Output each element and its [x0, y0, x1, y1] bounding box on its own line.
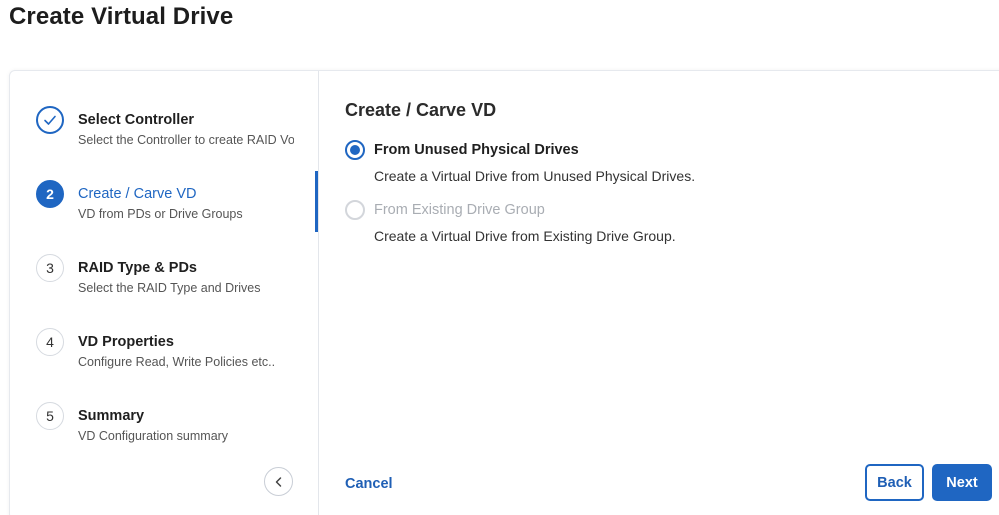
step-5-subtitle: VD Configuration summary: [78, 429, 229, 443]
step-1-title: Select Controller: [78, 112, 195, 128]
wizard-stepper: Select Controller Select the Controller …: [10, 71, 319, 515]
active-step-indicator-bar: [315, 171, 318, 232]
step-select-controller[interactable]: Select Controller Select the Controller …: [36, 106, 311, 156]
radio-existing-drive-group[interactable]: [345, 200, 365, 220]
step-vd-properties[interactable]: 4 VD Properties Configure Read, Write Po…: [36, 328, 311, 378]
step-4-indicator: 4: [36, 328, 64, 356]
wizard-content: Create / Carve VD From Unused Physical D…: [320, 71, 999, 515]
radio-unused-physical-drives[interactable]: [345, 140, 365, 160]
collapse-stepper-button[interactable]: [264, 467, 293, 496]
step-5-title: Summary: [78, 408, 145, 424]
option-existing-drive-group[interactable]: From Existing Drive Group: [345, 200, 545, 220]
back-button[interactable]: Back: [865, 464, 924, 501]
step-3-subtitle: Select the RAID Type and Drives: [78, 281, 261, 295]
step-1-indicator: [36, 106, 64, 134]
step-4-title: VD Properties: [78, 334, 174, 350]
step-raid-type-pds[interactable]: 3 RAID Type & PDs Select the RAID Type a…: [36, 254, 311, 304]
section-title: Create / Carve VD: [345, 100, 497, 120]
step-1-subtitle: Select the Controller to create RAID Vo: [78, 133, 294, 147]
cancel-button[interactable]: Cancel: [345, 476, 393, 492]
step-3-indicator: 3: [36, 254, 64, 282]
step-2-indicator: 2: [36, 180, 64, 208]
wizard-panel: Select Controller Select the Controller …: [9, 70, 999, 515]
option-2-label: From Existing Drive Group: [374, 202, 545, 218]
chevron-left-icon: [275, 476, 281, 487]
step-2-title: Create / Carve VD: [78, 186, 197, 202]
option-1-label: From Unused Physical Drives: [374, 142, 579, 158]
step-4-subtitle: Configure Read, Write Policies etc..: [78, 355, 276, 369]
step-5-indicator: 5: [36, 402, 64, 430]
next-button[interactable]: Next: [932, 464, 992, 501]
option-2-description: Create a Virtual Drive from Existing Dri…: [374, 228, 676, 244]
step-3-title: RAID Type & PDs: [78, 260, 197, 276]
option-unused-physical-drives[interactable]: From Unused Physical Drives: [345, 140, 579, 160]
step-2-subtitle: VD from PDs or Drive Groups: [78, 207, 243, 221]
page-title: Create Virtual Drive: [9, 3, 234, 30]
step-create-carve-vd[interactable]: 2 Create / Carve VD VD from PDs or Drive…: [36, 180, 311, 230]
check-icon: [44, 115, 56, 125]
option-1-description: Create a Virtual Drive from Unused Physi…: [374, 168, 696, 184]
step-summary[interactable]: 5 Summary VD Configuration summary: [36, 402, 311, 452]
